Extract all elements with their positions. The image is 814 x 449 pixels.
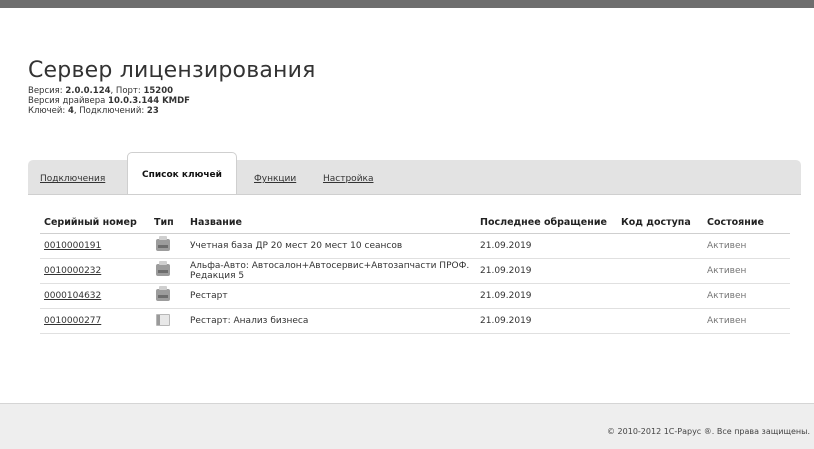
usb-key-icon: [156, 235, 170, 251]
status: Активен: [703, 308, 790, 334]
keys-label: Ключей:: [28, 106, 68, 116]
tab-bar: Подключения Список ключей Функции Настро…: [28, 152, 801, 195]
serial-link[interactable]: 0010000277: [44, 316, 101, 326]
column-access-code: Код доступа: [617, 211, 703, 234]
connections-value: 23: [146, 106, 159, 116]
access-code: [617, 308, 703, 334]
port-value: 15200: [143, 86, 174, 96]
serial-link[interactable]: 0010000232: [44, 266, 101, 276]
last-access: 21.09.2019: [476, 233, 617, 259]
tab-content: Серийный номер Тип Название Последнее об…: [28, 194, 801, 385]
access-code: [617, 233, 703, 259]
driver-value: 10.0.3.144 KMDF: [108, 96, 190, 106]
copyright: © 2010-2012 1С-Рарус ®. Все права защище…: [607, 427, 810, 436]
column-name: Название: [186, 211, 476, 234]
table-row: 0000104632 Рестарт 21.09.2019 Активен: [40, 283, 790, 309]
last-access: 21.09.2019: [476, 308, 617, 334]
column-status: Состояние: [703, 211, 790, 234]
usb-key-icon: [156, 260, 170, 276]
driver-label: Версия драйвера: [28, 96, 109, 106]
key-name: Альфа-Авто: Автосалон+Автосервис+Автозап…: [186, 258, 476, 284]
status: Активен: [703, 258, 790, 284]
column-type: Тип: [150, 211, 186, 234]
access-code: [617, 258, 703, 284]
status: Активен: [703, 283, 790, 309]
table-row: 0010000232 Альфа-Авто: Автосалон+Автосер…: [40, 258, 790, 284]
version-label: Версия:: [28, 86, 66, 96]
serial-link[interactable]: 0010000191: [44, 241, 101, 251]
connections-label: , Подключений:: [73, 106, 147, 116]
key-name: Рестарт: [186, 283, 476, 309]
column-last-access: Последнее обращение: [476, 211, 617, 234]
software-key-icon: [156, 313, 170, 326]
tab-settings[interactable]: Настройка: [323, 174, 374, 184]
table-header-row: Серийный номер Тип Название Последнее об…: [40, 211, 790, 234]
keys-info: Ключей: 4, Подключений: 23: [28, 106, 159, 116]
key-name: Рестарт: Анализ бизнеса: [186, 308, 476, 334]
tab-connections[interactable]: Подключения: [40, 174, 105, 184]
tab-key-list[interactable]: Список ключей: [127, 152, 237, 195]
port-label: , Порт:: [110, 86, 144, 96]
key-name: Учетная база ДР 20 мест 20 мест 10 сеанс…: [186, 233, 476, 259]
table-row: 0010000191 Учетная база ДР 20 мест 20 ме…: [40, 233, 790, 259]
last-access: 21.09.2019: [476, 258, 617, 284]
footer: © 2010-2012 1С-Рарус ®. Все права защище…: [0, 403, 814, 449]
usb-key-icon: [156, 285, 170, 301]
access-code: [617, 283, 703, 309]
tab-functions[interactable]: Функции: [254, 174, 296, 184]
column-serial: Серийный номер: [40, 211, 150, 234]
main-panel: Подключения Список ключей Функции Настро…: [28, 152, 801, 385]
version-value: 2.0.0.124: [65, 86, 111, 96]
page-title: Сервер лицензирования: [28, 57, 316, 83]
driver-info: Версия драйвера 10.0.3.144 KMDF: [28, 96, 190, 106]
keys-table: Серийный номер Тип Название Последнее об…: [40, 211, 790, 334]
top-bar: [0, 0, 814, 8]
serial-link[interactable]: 0000104632: [44, 291, 101, 301]
table-row: 0010000277 Рестарт: Анализ бизнеса 21.09…: [40, 308, 790, 334]
status: Активен: [703, 233, 790, 259]
version-info: Версия: 2.0.0.124, Порт: 15200: [28, 86, 173, 96]
last-access: 21.09.2019: [476, 283, 617, 309]
